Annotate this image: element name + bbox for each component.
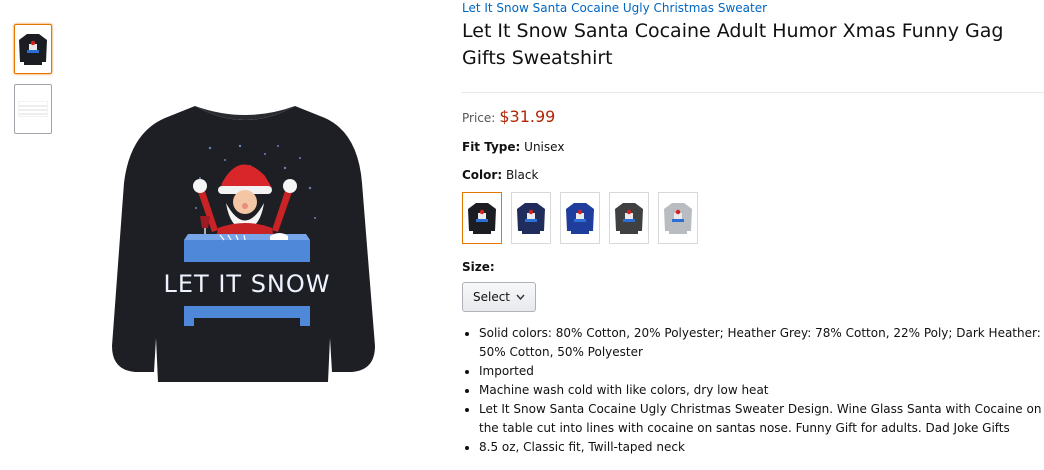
size-select[interactable]: Select xyxy=(462,282,536,312)
price-value: $31.99 xyxy=(499,107,556,126)
thumbnail-sweatshirt[interactable] xyxy=(14,24,52,74)
divider xyxy=(462,92,1044,93)
main-product-image[interactable]: LET IT SNOW xyxy=(100,88,390,388)
fit-type-label: Fit Type: xyxy=(462,140,521,154)
brand-link[interactable]: Let It Snow Santa Cocaine Ugly Christmas… xyxy=(462,0,1044,16)
color-value: Black xyxy=(505,168,539,182)
thumbnail-strip xyxy=(14,24,52,144)
sweatshirt-swatch-icon xyxy=(468,203,496,234)
color-swatch-dark-heather[interactable] xyxy=(609,192,649,244)
chevron-down-icon xyxy=(516,294,525,300)
product-info: Let It Snow Santa Cocaine Ugly Christmas… xyxy=(462,0,1044,457)
sweatshirt-swatch-icon xyxy=(517,203,545,234)
sweatshirt-thumb-icon xyxy=(19,34,47,65)
color-swatch-navy[interactable] xyxy=(511,192,551,244)
product-title: Let It Snow Santa Cocaine Adult Humor Xm… xyxy=(462,20,1004,69)
color-label: Color: xyxy=(462,168,503,182)
color-swatch-royal[interactable] xyxy=(560,192,600,244)
feature-bullet: Machine wash cold with like colors, dry … xyxy=(479,381,1044,400)
sweatshirt-swatch-icon xyxy=(566,203,594,234)
color-swatches xyxy=(462,192,1044,244)
thumbnail-size-chart[interactable] xyxy=(14,84,52,134)
feature-bullets: Solid colors: 80% Cotton, 20% Polyester;… xyxy=(462,324,1044,457)
color-row: Color: Black xyxy=(462,168,1044,182)
feature-bullet: Solid colors: 80% Cotton, 20% Polyester;… xyxy=(479,324,1044,362)
feature-bullet: Let It Snow Santa Cocaine Ugly Christmas… xyxy=(479,400,1044,438)
sweatshirt-swatch-icon xyxy=(615,203,643,234)
price-row: Price: $31.99 xyxy=(462,107,1044,126)
size-label: Size: xyxy=(462,260,495,274)
feature-bullet: Imported xyxy=(479,362,1044,381)
size-chart-thumb-icon xyxy=(18,101,48,117)
fit-type-value: Unisex xyxy=(524,140,565,154)
size-select-label: Select xyxy=(472,290,511,304)
color-swatch-heather-grey[interactable] xyxy=(658,192,698,244)
sweatshirt-image: LET IT SNOW xyxy=(112,106,375,382)
sweatshirt-swatch-icon xyxy=(664,203,692,234)
let-it-snow-text: LET IT SNOW xyxy=(164,270,331,298)
color-swatch-black[interactable] xyxy=(462,192,502,244)
feature-bullet: 8.5 oz, Classic fit, Twill-taped neck xyxy=(479,438,1044,457)
fit-type-row: Fit Type: Unisex xyxy=(462,140,1044,154)
price-label: Price: xyxy=(462,111,496,125)
